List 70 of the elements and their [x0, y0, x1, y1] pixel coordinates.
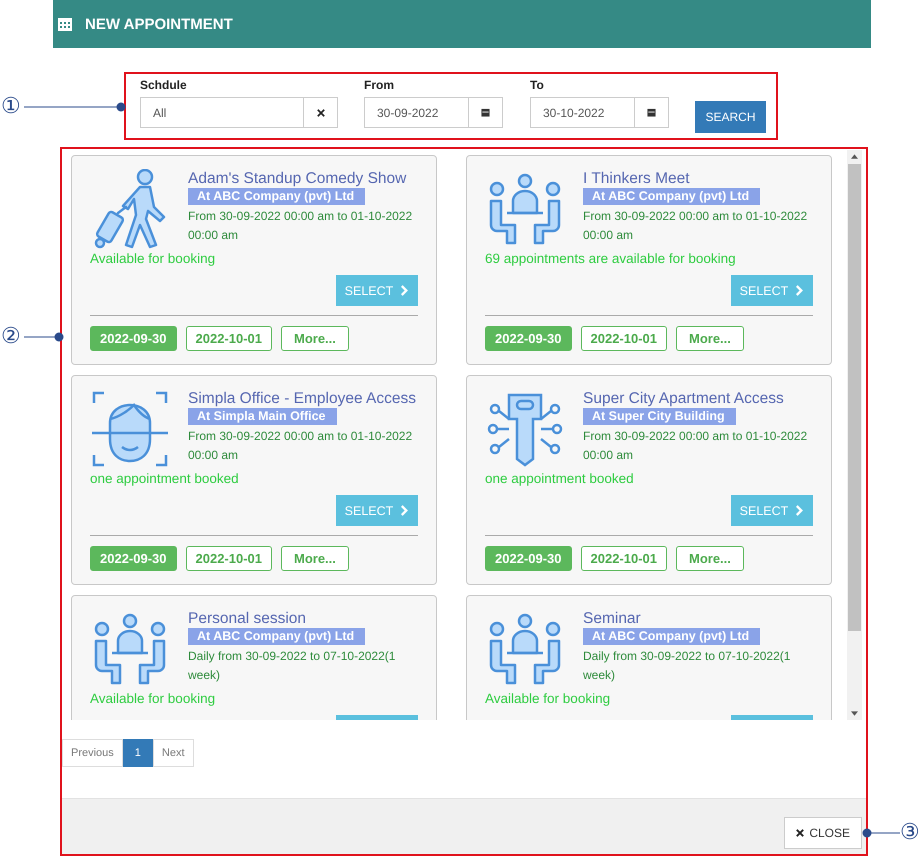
previous-button[interactable]: Previous	[62, 739, 123, 767]
select-button[interactable]: SELECT	[336, 495, 418, 526]
location-label: At ABC Company (pvt) Ltd	[583, 188, 760, 205]
page-button[interactable]: 1	[122, 739, 153, 767]
time-range: From 30-09-2022 00:00 am to 01-10-2022 00:00 am	[188, 208, 414, 244]
field-label: To	[530, 78, 545, 92]
time-range: From 30-09-2022 00:00 am to 01-10-2022 00:00 am	[188, 428, 414, 464]
location-label: At ABC Company (pvt) Ltd	[188, 188, 366, 205]
close-icon	[796, 829, 804, 837]
leader-line	[862, 828, 900, 838]
location-label: At Simpla Main Office	[188, 408, 336, 425]
appointment-title[interactable]: Adam's Standup Comedy Show	[188, 169, 406, 188]
scroll-down-icon[interactable]	[851, 711, 858, 716]
availability-text: Available for booking	[485, 690, 612, 708]
date-field[interactable]: 30-10-2022	[530, 97, 669, 128]
close-button[interactable]: CLOSE	[784, 817, 862, 849]
location-label: At ABC Company (pvt) Ltd	[188, 628, 366, 645]
leader-line	[24, 332, 64, 342]
time-range: From 30-09-2022 00:00 am to 01-10-2022 00:00 am	[583, 428, 808, 464]
more-button[interactable]: More...	[281, 546, 349, 571]
select-button[interactable]: SELECT	[731, 275, 813, 306]
appointment-title[interactable]: Personal session	[188, 609, 306, 628]
appointment-title[interactable]: I Thinkers Meet	[583, 169, 690, 188]
next-button[interactable]: Next	[152, 739, 194, 767]
date-tag[interactable]: 2022-09-30	[90, 326, 176, 351]
select-button[interactable]: SELECT	[336, 275, 418, 306]
availability-text: one appointment booked	[90, 470, 240, 488]
callout-number: ②	[1, 326, 21, 348]
calendar-icon[interactable]	[647, 108, 656, 117]
time-range: Daily from 30-09-2022 to 07-10-2022(1 week)	[583, 648, 792, 684]
availability-text: Available for booking	[90, 250, 216, 268]
schedule-select[interactable]: All	[140, 97, 338, 128]
availability-text: one appointment booked	[485, 470, 635, 488]
time-range: From 30-09-2022 00:00 am to 01-10-2022 00:00 am	[583, 208, 808, 244]
callout-number: ③	[900, 822, 920, 844]
location-label: At Super City Building	[583, 408, 736, 425]
face-scan-icon	[90, 389, 170, 469]
appointment-title[interactable]: Super City Apartment Access	[583, 389, 784, 408]
field-label: From	[364, 78, 395, 92]
availability-text: 69 appointments are available for booking	[485, 250, 737, 268]
scrollbar[interactable]	[847, 150, 862, 720]
date-tag[interactable]: 2022-10-01	[580, 326, 667, 351]
select-button[interactable]: SELECT	[731, 495, 813, 526]
date-tag[interactable]: 2022-09-30	[90, 546, 176, 571]
location-label: At ABC Company (pvt) Ltd	[583, 628, 760, 645]
chevron-right-icon	[400, 285, 410, 296]
more-button[interactable]: More...	[676, 326, 744, 351]
availability-text: Available for booking	[90, 690, 216, 708]
date-field[interactable]: 30-09-2022	[364, 97, 503, 128]
more-button[interactable]: More...	[281, 326, 349, 351]
time-range: Daily from 30-09-2022 to 07-10-2022(1 week)	[188, 648, 396, 684]
close-icon[interactable]	[316, 108, 324, 116]
date-tag[interactable]: 2022-10-01	[186, 326, 272, 351]
appointment-title[interactable]: Simpla Office - Employee Access	[188, 389, 416, 408]
chevron-right-icon	[400, 505, 410, 516]
date-tag[interactable]: 2022-09-30	[485, 546, 572, 571]
calendar-icon[interactable]	[481, 108, 490, 117]
more-button[interactable]: More...	[676, 546, 744, 571]
search-button[interactable]: SEARCH	[695, 101, 766, 133]
date-tag[interactable]: 2022-10-01	[580, 546, 667, 571]
chevron-right-icon	[795, 285, 804, 296]
chevron-right-icon	[795, 505, 804, 516]
appointment-title[interactable]: Seminar	[583, 609, 641, 628]
date-tag[interactable]: 2022-10-01	[186, 546, 272, 571]
callout-number: ①	[1, 96, 21, 118]
field-label: Schdule	[140, 78, 188, 92]
date-tag[interactable]: 2022-09-30	[485, 326, 572, 351]
modal-title: NEW APPOINTMENT	[85, 16, 233, 32]
calendar-icon	[57, 16, 73, 32]
scroll-up-icon[interactable]	[851, 154, 858, 159]
